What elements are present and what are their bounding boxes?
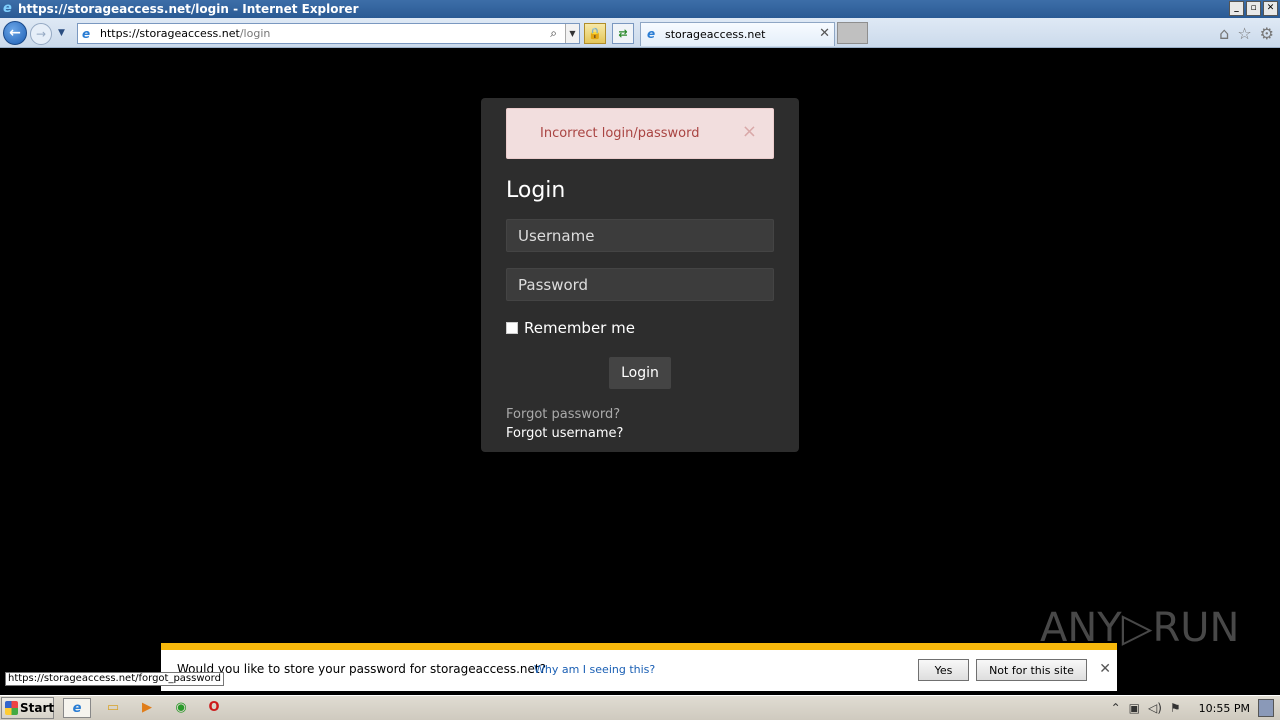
clock[interactable]: 10:55 PM — [1199, 702, 1250, 715]
notification-close-icon[interactable]: ✕ — [1099, 661, 1111, 677]
forgot-password-link[interactable]: Forgot password? — [506, 407, 774, 422]
page-content: Incorrect login/password × Login Remembe… — [0, 48, 1280, 692]
security-lock-icon[interactable]: 🔒 — [584, 23, 606, 44]
remember-me-row: Remember me — [506, 319, 774, 337]
search-icon[interactable]: ⌕ — [550, 26, 557, 41]
close-window-button[interactable]: ✕ — [1263, 1, 1278, 16]
restore-button[interactable]: ▫ — [1246, 1, 1261, 16]
tab-title: storageaccess.net — [665, 28, 766, 41]
save-password-yes-button[interactable]: Yes — [918, 659, 969, 681]
username-input[interactable] — [506, 219, 774, 252]
navigation-bar: ← → ▼ e https://storageaccess.net/login … — [0, 18, 1280, 48]
why-am-i-seeing-this-link[interactable]: Why am I seeing this? — [534, 663, 655, 676]
system-tray: ⌃ ▣ ◁) ⚑ 10:55 PM — [1111, 696, 1280, 720]
home-icon[interactable]: ⌂ — [1219, 24, 1229, 43]
show-hidden-icons-icon[interactable]: ⌃ — [1111, 701, 1121, 715]
volume-icon[interactable]: ◁) — [1148, 701, 1162, 715]
status-bar-url: https://storageaccess.net/forgot_passwor… — [5, 672, 224, 686]
remember-me-checkbox[interactable] — [506, 322, 518, 334]
not-for-this-site-button[interactable]: Not for this site — [976, 659, 1087, 681]
new-tab-button[interactable] — [837, 22, 868, 44]
alert-close-icon[interactable]: × — [742, 123, 757, 141]
taskbar-media-player-icon[interactable]: ▶ — [133, 698, 161, 718]
show-desktop-button[interactable] — [1258, 699, 1274, 717]
window-title-bar: e https://storageaccess.net/login - Inte… — [0, 0, 1280, 18]
password-input[interactable] — [506, 268, 774, 301]
notification-text: Would you like to store your password fo… — [177, 662, 546, 676]
address-url[interactable]: https://storageaccess.net/login — [100, 27, 270, 40]
taskbar: Start e ▭ ▶ ◉ O ⌃ ▣ ◁) ⚑ 10:55 PM — [0, 695, 1280, 720]
settings-gear-icon[interactable]: ⚙ — [1260, 24, 1274, 43]
forgot-username-link[interactable]: Forgot username? — [506, 426, 774, 441]
favorites-star-icon[interactable]: ☆ — [1237, 24, 1251, 43]
minimize-button[interactable]: _ — [1229, 1, 1244, 16]
tab-page-icon: e — [647, 27, 656, 41]
refresh-button[interactable]: ⇄ — [612, 23, 634, 44]
network-icon[interactable]: ▣ — [1129, 701, 1140, 715]
forward-button[interactable]: → — [30, 23, 52, 45]
error-alert: Incorrect login/password × — [506, 108, 774, 159]
taskbar-chrome-icon[interactable]: ◉ — [167, 698, 195, 718]
action-center-flag-icon[interactable]: ⚑ — [1170, 701, 1181, 715]
login-heading: Login — [506, 178, 566, 203]
address-dropdown-button[interactable]: ▼ — [565, 24, 579, 43]
window-controls: _ ▫ ✕ — [1229, 1, 1278, 16]
back-button[interactable]: ← — [3, 21, 27, 45]
save-password-notification: Would you like to store your password fo… — [161, 643, 1117, 691]
remember-me-label[interactable]: Remember me — [524, 319, 635, 337]
tab-storageaccess[interactable]: e storageaccess.net ✕ — [640, 22, 835, 46]
taskbar-opera-icon[interactable]: O — [200, 698, 228, 718]
address-bar[interactable]: e https://storageaccess.net/login ⌕ ▼ — [77, 23, 580, 44]
recent-pages-dropdown[interactable]: ▼ — [58, 28, 65, 38]
window-title: https://storageaccess.net/login - Intern… — [18, 2, 359, 16]
windows-logo-icon — [5, 701, 18, 715]
browser-toolbar-icons: ⌂ ☆ ⚙ — [1219, 24, 1274, 43]
tab-close-icon[interactable]: ✕ — [819, 26, 830, 41]
error-alert-text: Incorrect login/password — [540, 126, 700, 141]
internet-explorer-icon: e — [3, 1, 12, 16]
start-label: Start — [20, 701, 55, 715]
page-icon: e — [82, 27, 91, 41]
start-button[interactable]: Start — [1, 697, 54, 719]
login-card: Incorrect login/password × Login Remembe… — [481, 98, 799, 452]
taskbar-internet-explorer-icon[interactable]: e — [63, 698, 91, 718]
taskbar-explorer-folder-icon[interactable]: ▭ — [99, 698, 127, 718]
login-button[interactable]: Login — [609, 357, 671, 389]
